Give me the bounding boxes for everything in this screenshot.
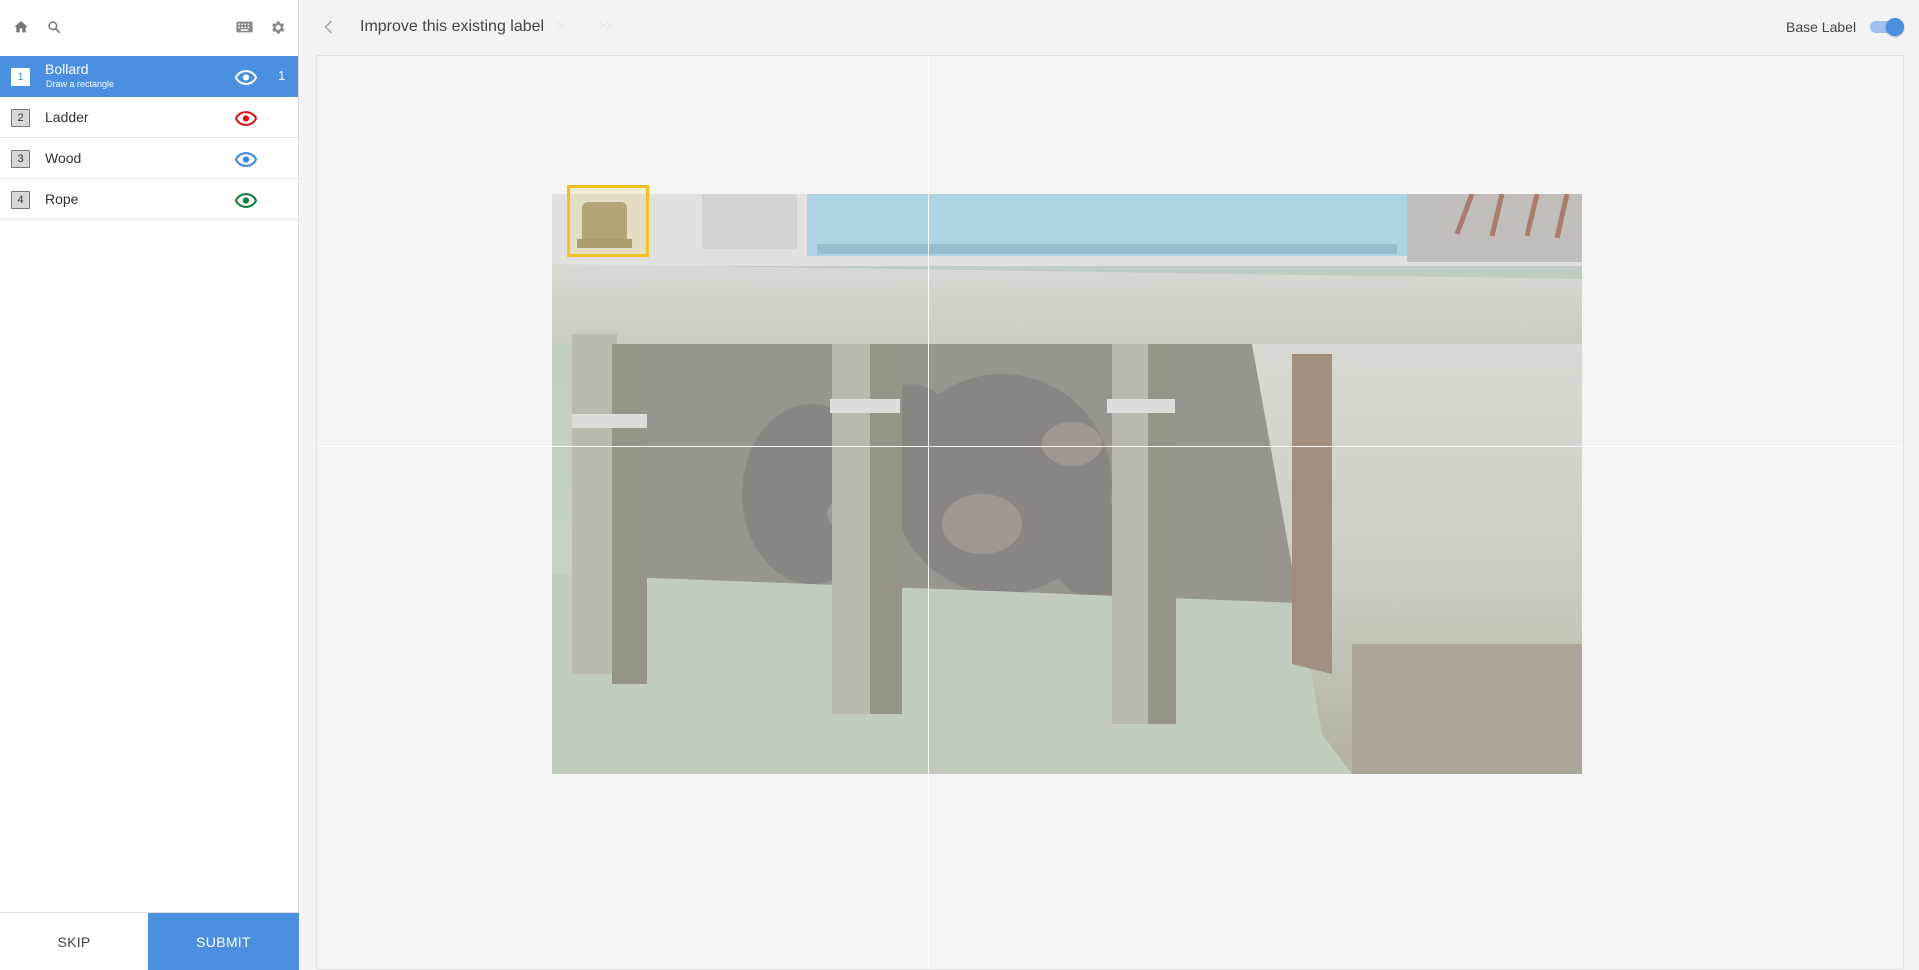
search-icon[interactable] bbox=[42, 15, 66, 39]
submit-button[interactable]: SUBMIT bbox=[148, 913, 299, 970]
class-hotkey: 2 bbox=[11, 109, 30, 127]
task-header: Improve this existing label > >> Base La… bbox=[300, 0, 1919, 56]
last-image-button[interactable]: >> bbox=[598, 18, 613, 33]
chevron-left-icon[interactable] bbox=[318, 16, 338, 38]
eye-icon[interactable] bbox=[234, 67, 258, 87]
labeling-image bbox=[552, 194, 1582, 774]
keyboard-icon[interactable] bbox=[232, 15, 256, 39]
gear-icon[interactable] bbox=[265, 15, 289, 39]
next-image-button[interactable]: > bbox=[556, 18, 564, 33]
class-name: Rope bbox=[45, 191, 79, 207]
label-class-list: 1 Bollard Draw a rectangle 1 2 Ladder 3 … bbox=[0, 56, 298, 220]
class-instruction: Draw a rectangle bbox=[46, 79, 115, 89]
label-sidebar: 1 Bollard Draw a rectangle 1 2 Ladder 3 … bbox=[0, 0, 299, 970]
class-hotkey: 1 bbox=[11, 68, 30, 86]
eye-icon[interactable] bbox=[234, 190, 258, 210]
home-icon[interactable] bbox=[9, 15, 33, 39]
label-class-ladder[interactable]: 2 Ladder bbox=[0, 97, 298, 138]
annotation-canvas[interactable] bbox=[316, 55, 1904, 970]
annotation-count: 1 bbox=[278, 68, 286, 83]
page-title: Improve this existing label bbox=[360, 18, 545, 35]
class-hotkey: 4 bbox=[11, 191, 30, 209]
label-class-rope[interactable]: 4 Rope bbox=[0, 179, 298, 220]
sidebar-toolbar bbox=[0, 0, 298, 56]
crosshair-horizontal bbox=[317, 446, 1903, 447]
class-name: Ladder bbox=[45, 109, 89, 125]
eye-icon[interactable] bbox=[234, 149, 258, 169]
label-class-bollard[interactable]: 1 Bollard Draw a rectangle 1 bbox=[0, 56, 298, 97]
crosshair-vertical bbox=[928, 56, 929, 969]
bollard-bounding-box[interactable] bbox=[567, 185, 649, 257]
base-label-toggle[interactable] bbox=[1870, 18, 1904, 36]
sidebar-actions: SKIP SUBMIT bbox=[0, 912, 299, 970]
label-class-wood[interactable]: 3 Wood bbox=[0, 138, 298, 179]
toggle-knob bbox=[1886, 18, 1904, 36]
class-name: Bollard bbox=[45, 61, 89, 77]
base-label-text: Base Label bbox=[1786, 19, 1857, 35]
eye-icon[interactable] bbox=[234, 108, 258, 128]
class-name: Wood bbox=[45, 150, 82, 166]
class-hotkey: 3 bbox=[11, 150, 30, 168]
skip-button[interactable]: SKIP bbox=[0, 913, 148, 970]
